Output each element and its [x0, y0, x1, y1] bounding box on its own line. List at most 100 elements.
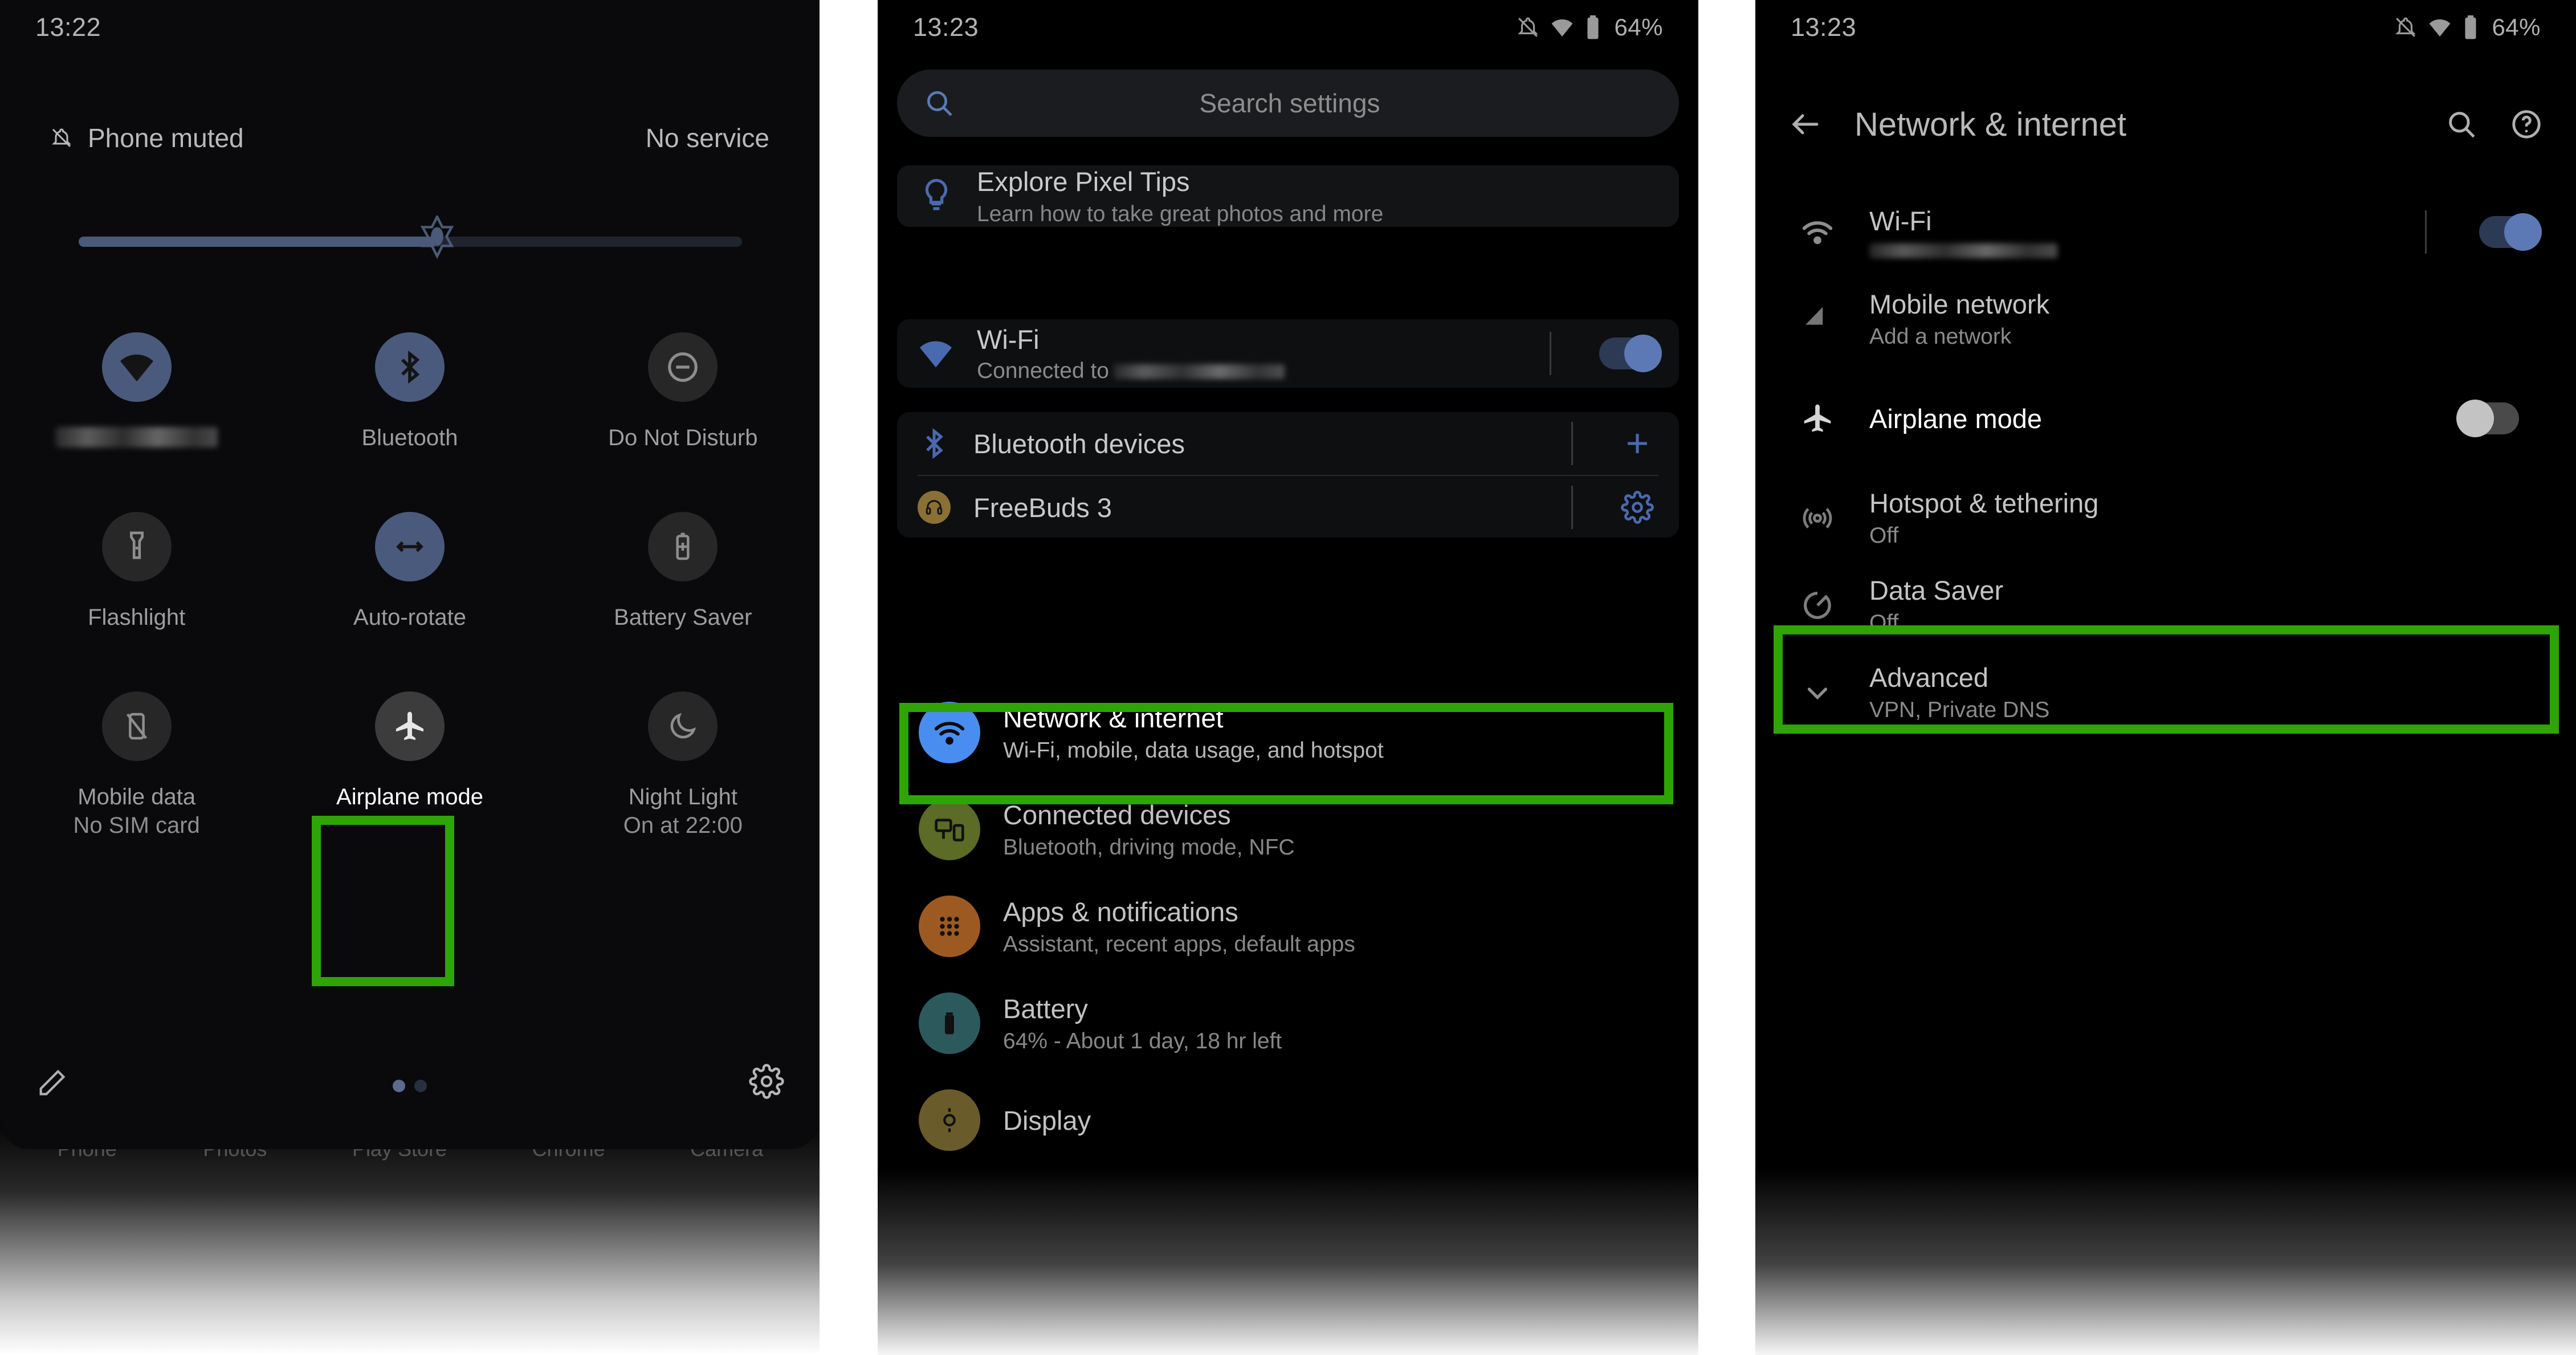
settings-item-title: Network & internet	[1003, 702, 1224, 733]
row-divider	[2425, 210, 2427, 254]
wifi-text-block: Wi-Fi Connected to	[977, 324, 1285, 384]
network-item-hotspot-tethering[interactable]: Hotspot & tethering Off	[1755, 474, 2576, 561]
bell-muted-icon	[1518, 17, 1539, 37]
wifi-toggle[interactable]	[2479, 213, 2542, 251]
quick-settings-shade: 13:22 Phone muted No service Bluetooth D…	[0, 0, 820, 1149]
status-bar: 13:22	[0, 0, 820, 54]
bottom-fade-overlay	[1755, 1116, 2576, 1355]
app-bar-actions	[2445, 108, 2543, 141]
gear-icon[interactable]	[1621, 491, 1654, 524]
qs-tile-label-redacted	[55, 427, 218, 447]
arrow-back-icon[interactable]	[1788, 107, 1823, 141]
hotspot-icon	[1793, 501, 1842, 535]
qs-tile-wifi[interactable]	[0, 311, 273, 490]
help-circle-icon[interactable]	[2510, 108, 2543, 141]
bluetooth-devices-row[interactable]: Bluetooth devices	[897, 412, 1679, 475]
brightness-slider-knob[interactable]	[419, 214, 455, 268]
row-divider	[1571, 422, 1573, 465]
freebuds-row[interactable]: FreeBuds 3	[897, 476, 1679, 539]
bluetooth-icon	[374, 332, 445, 402]
data-saver-icon	[1793, 589, 1842, 622]
toggle-thumb	[1624, 335, 1662, 372]
do-not-disturb-icon	[648, 332, 718, 402]
battery-percent: 64%	[2492, 13, 2541, 40]
status-icons: 64%	[1516, 14, 1663, 41]
edit-tiles-button[interactable]	[35, 1067, 68, 1102]
settings-item-title: Battery	[1003, 993, 1088, 1024]
no-service-label: No service	[645, 123, 769, 153]
network-settings-list: Wi-Fi Mobile network Add a network Airpl…	[1755, 188, 2576, 736]
airplane-mode-toggle[interactable]	[2456, 400, 2519, 437]
signal-bars-icon	[1793, 303, 1842, 336]
qs-tile-night-light[interactable]: Night Light On at 22:00	[547, 670, 820, 849]
network-item-title: Hotspot & tethering	[1869, 488, 2099, 518]
devices-icon	[919, 799, 980, 860]
settings-item-battery[interactable]: Battery 64% - About 1 day, 18 hr left	[878, 975, 1698, 1072]
settings-item-network-internet[interactable]: Network & internet Wi-Fi, mobile, data u…	[878, 684, 1698, 781]
settings-item-title: Display	[1003, 1105, 1091, 1136]
network-item-title: Wi-Fi	[1869, 206, 1932, 236]
tips-title: Explore Pixel Tips	[977, 166, 1190, 197]
page-dot-active[interactable]	[393, 1080, 405, 1092]
plus-icon[interactable]	[1621, 427, 1654, 460]
qs-tile-flashlight[interactable]: Flashlight	[0, 490, 273, 670]
wifi-icon	[920, 341, 952, 368]
airplane-icon	[374, 691, 445, 761]
wifi-icon	[1793, 214, 1842, 250]
wifi-icon	[2430, 19, 2451, 36]
network-internet-panel: 13:23 64% Network & internet Wi-Fi Mobil…	[1755, 0, 2576, 1355]
settings-item-connected-devices[interactable]: Connected devices Bluetooth, driving mod…	[878, 781, 1698, 878]
qs-tile-airplane-mode[interactable]: Airplane mode	[273, 670, 546, 849]
phone-status-row: Phone muted No service	[0, 123, 820, 153]
page-dot[interactable]	[414, 1080, 427, 1092]
qs-tile-label: Mobile data No SIM card	[74, 783, 200, 840]
airplane-icon	[1793, 401, 1842, 436]
network-item-text: Hotspot & tethering Off	[1869, 487, 2098, 548]
phone-muted-label: Phone muted	[88, 123, 244, 153]
tips-text-block: Explore Pixel Tips Learn how to take gre…	[977, 166, 1383, 227]
network-item-advanced[interactable]: Advanced VPN, Private DNS	[1755, 649, 2576, 736]
phone-muted-status: Phone muted	[50, 123, 244, 153]
network-item-wifi[interactable]: Wi-Fi	[1755, 188, 2576, 275]
wifi-quick-card[interactable]: Wi-Fi Connected to	[897, 319, 1679, 388]
battery-saver-icon	[648, 512, 718, 581]
explore-pixel-tips-card[interactable]: Explore Pixel Tips Learn how to take gre…	[897, 165, 1679, 227]
brightness-slider[interactable]	[79, 214, 742, 259]
wifi-toggle[interactable]	[1599, 335, 1662, 372]
network-item-data-saver[interactable]: Data Saver Off	[1755, 561, 2576, 649]
network-item-mobile-network[interactable]: Mobile network Add a network	[1755, 275, 2576, 363]
network-item-title: Mobile network	[1869, 289, 2050, 319]
network-item-title: Airplane mode	[1869, 403, 2043, 434]
network-item-subtitle: Off	[1869, 611, 1899, 635]
qs-tile-title: Mobile data	[78, 784, 196, 809]
qs-tile-sublabel: On at 22:00	[623, 813, 743, 838]
screenshot-stage: Phone Photos Play Store Chrome Camera	[0, 0, 2576, 1355]
search-icon[interactable]	[2445, 108, 2478, 141]
qs-tile-sublabel: No SIM card	[73, 813, 200, 838]
qs-tile-mobile-data[interactable]: Mobile data No SIM card	[0, 670, 273, 849]
flashlight-icon	[101, 512, 172, 581]
qs-tile-auto-rotate[interactable]: Auto-rotate	[273, 490, 546, 670]
settings-item-subtitle: 64% - About 1 day, 18 hr left	[1003, 1028, 1282, 1053]
qs-tile-do-not-disturb[interactable]: Do Not Disturb	[547, 311, 820, 490]
open-settings-button[interactable]	[749, 1064, 784, 1102]
network-item-airplane-mode[interactable]: Airplane mode	[1755, 363, 2576, 474]
qs-tile-battery-saver[interactable]: Battery Saver	[547, 490, 820, 670]
wifi-subtitle: Connected to	[977, 359, 1285, 384]
status-bar: 13:23 64%	[1755, 0, 2576, 54]
network-item-text: Data Saver Off	[1869, 575, 2003, 636]
battery-icon	[919, 992, 980, 1054]
settings-panel: 13:23 64% Search settings Explore Pixel …	[878, 0, 1698, 1355]
qs-tile-bluetooth[interactable]: Bluetooth	[273, 311, 546, 490]
freebuds-title: FreeBuds 3	[973, 492, 1112, 523]
search-settings-bar[interactable]: Search settings	[897, 70, 1679, 137]
settings-item-text: Apps & notifications Assistant, recent a…	[1003, 896, 1355, 957]
auto-rotate-icon	[374, 512, 445, 581]
qs-tile-label: Bluetooth	[361, 425, 458, 450]
bluetooth-icon	[926, 428, 943, 459]
qs-tile-label: Airplane mode	[336, 784, 483, 809]
settings-item-apps-notifications[interactable]: Apps & notifications Assistant, recent a…	[878, 878, 1698, 975]
settings-item-display[interactable]: Display	[878, 1072, 1698, 1169]
network-item-text: Airplane mode	[1869, 403, 2042, 434]
mobile-data-off-icon	[101, 691, 172, 761]
